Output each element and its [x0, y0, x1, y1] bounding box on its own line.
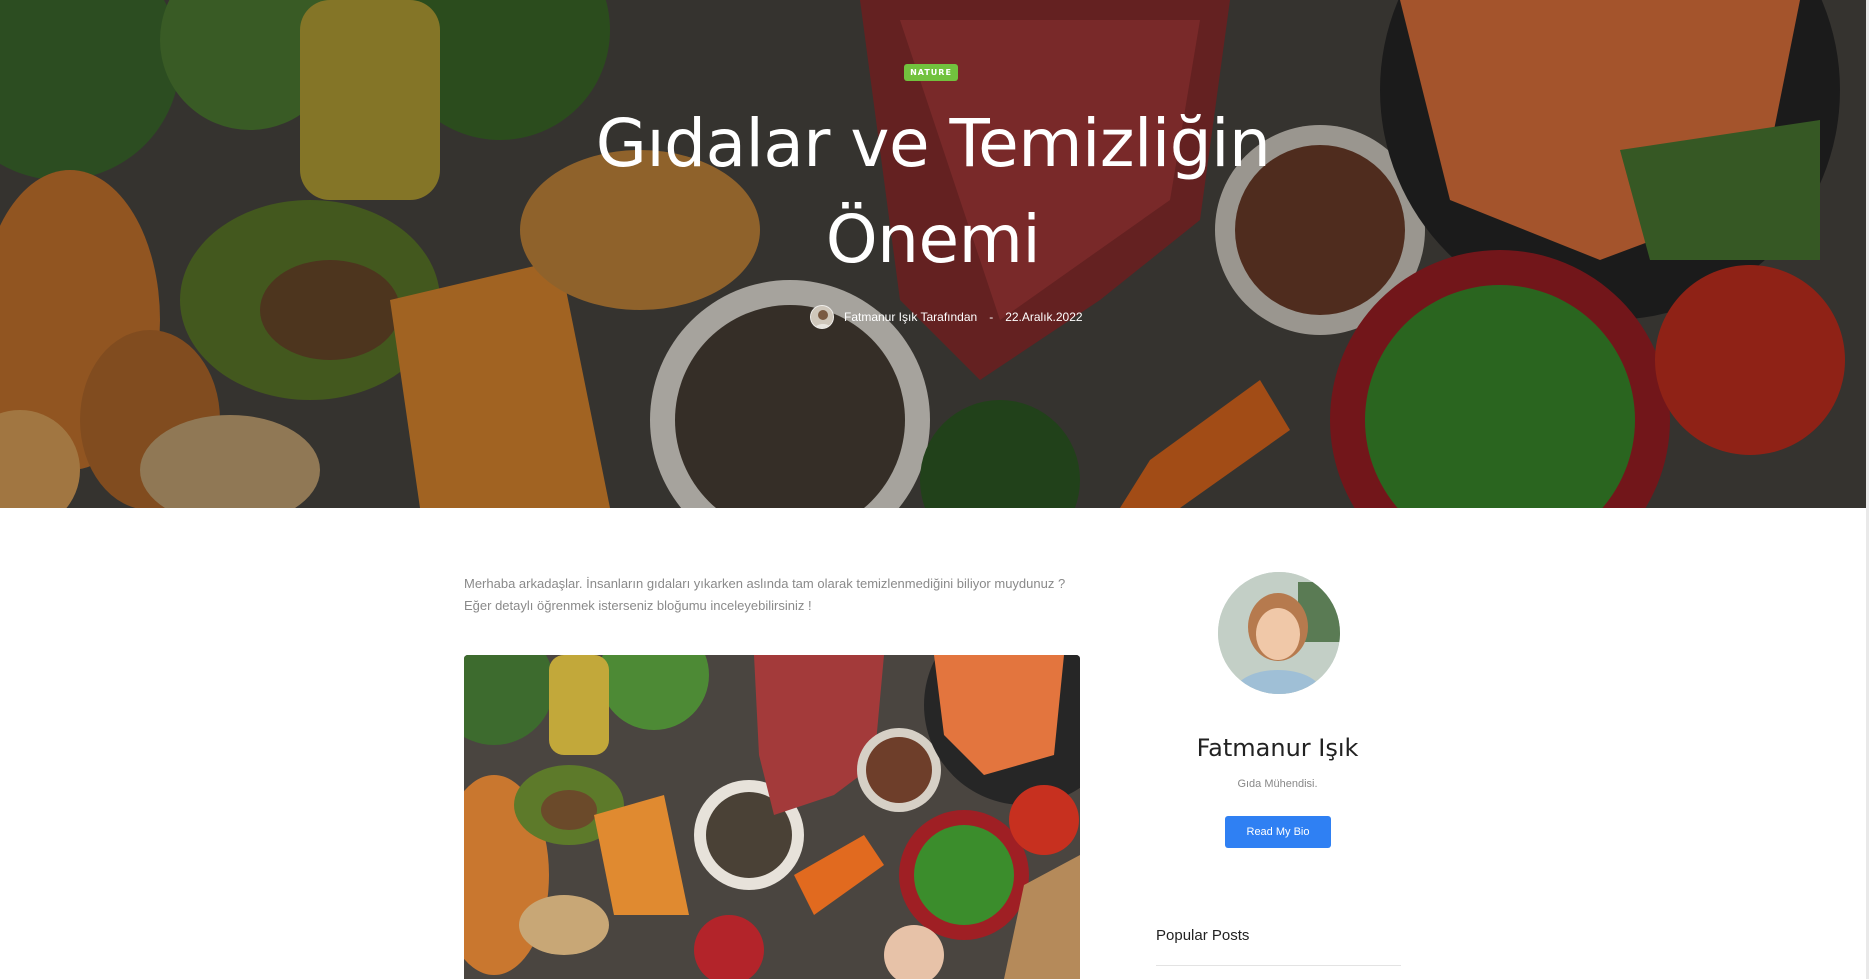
popular-posts-divider [1156, 965, 1401, 966]
author-photo [1218, 572, 1340, 694]
hero-banner: NATURE Gıdalar ve Temizliğin Önemi Fatma… [0, 0, 1866, 508]
intro-line: Eğer detaylı öğrenmek isterseniz bloğumu… [464, 598, 812, 613]
article-intro: Merhaba arkadaşlar. İnsanların gıdaları … [464, 573, 1084, 617]
post-meta: Fatmanur Işık Tarafından - 22.Aralık.202… [810, 304, 1083, 330]
intro-line: Merhaba arkadaşlar. İnsanların gıdaları … [464, 576, 1066, 591]
hero-content: NATURE Gıdalar ve Temizliğin Önemi Fatma… [0, 0, 1866, 508]
post-author[interactable]: Fatmanur Işık Tarafından [844, 310, 977, 324]
popular-posts-heading: Popular Posts [1156, 927, 1250, 944]
author-avatar-small[interactable] [810, 305, 834, 329]
author-role: Gıda Mühendisi. [1237, 778, 1318, 790]
post-date: 22.Aralık.2022 [1005, 310, 1083, 324]
author-name: Fatmanur Işık [1196, 734, 1359, 762]
article-image [464, 655, 1080, 979]
read-bio-button[interactable]: Read My Bio [1225, 816, 1331, 848]
meta-separator: - [989, 310, 994, 324]
post-title: Gıdalar ve Temizliğin Önemi [595, 105, 1271, 278]
category-badge[interactable]: NATURE [904, 64, 958, 81]
